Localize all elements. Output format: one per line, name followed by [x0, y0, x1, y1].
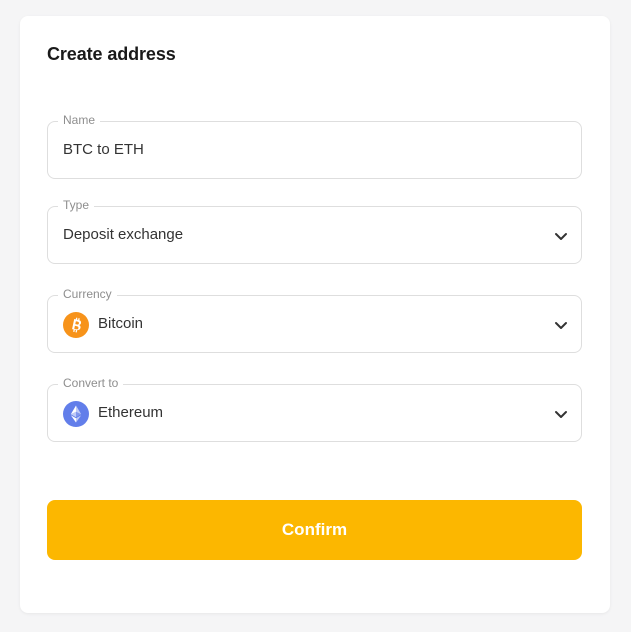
create-address-card: Create address Name BTC to ETH Type Depo… [20, 16, 610, 613]
type-select[interactable]: Type Deposit exchange [47, 197, 582, 264]
convert-to-select-value: Ethereum [98, 404, 164, 421]
ethereum-icon [63, 401, 89, 427]
chevron-down-icon[interactable] [553, 228, 569, 244]
bitcoin-icon [63, 312, 89, 338]
chevron-down-icon[interactable] [553, 406, 569, 422]
currency-select[interactable]: Currency Bitcoin [47, 286, 582, 353]
chevron-down-icon[interactable] [553, 317, 569, 333]
convert-to-select[interactable]: Convert to Ethereum [47, 375, 582, 442]
dialog-title: Create address [47, 44, 176, 64]
confirm-button[interactable]: Confirm [47, 500, 582, 560]
name-field-value[interactable]: BTC to ETH [63, 122, 144, 178]
type-select-value: Deposit exchange [63, 226, 184, 243]
currency-select-value: Bitcoin [98, 315, 144, 332]
name-field[interactable]: Name BTC to ETH [47, 112, 582, 179]
